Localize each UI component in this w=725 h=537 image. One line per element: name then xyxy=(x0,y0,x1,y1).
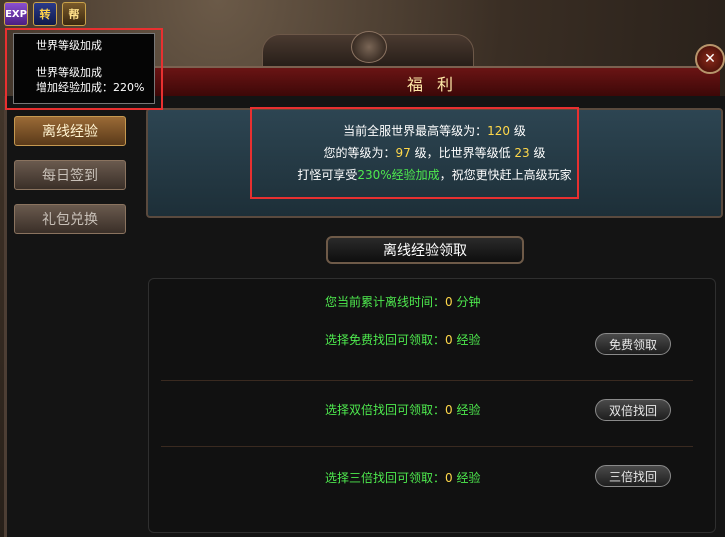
sidebar-item-gift-redeem[interactable]: 礼包兑换 xyxy=(14,204,126,234)
close-icon: ✕ xyxy=(704,51,716,67)
zhuan-icon[interactable]: 转 xyxy=(33,2,57,26)
sidebar-item-daily-signin[interactable]: 每日签到 xyxy=(14,160,126,190)
button-label: 双倍找回 xyxy=(608,403,657,418)
exp-icon-label: EXP xyxy=(5,8,27,20)
divider xyxy=(161,380,693,381)
text: 分钟 xyxy=(456,295,481,309)
button-label: 免费领取 xyxy=(608,337,657,352)
reward-value: 0 xyxy=(445,333,453,347)
text: 选择双倍找回可领取： xyxy=(325,403,446,417)
sidebar-item-label: 离线经验 xyxy=(42,124,98,140)
triple-recover-button[interactable]: 三倍找回 xyxy=(595,465,671,487)
exp-icon[interactable]: EXP xyxy=(4,2,28,26)
text: 选择三倍找回可领取： xyxy=(325,471,446,485)
highlight-box-tooltip xyxy=(5,28,163,110)
divider xyxy=(161,446,693,447)
bang-icon-label: 帮 xyxy=(68,8,80,21)
text: 选择免费找回可领取： xyxy=(325,333,446,347)
free-claim-button[interactable]: 免费领取 xyxy=(595,333,671,355)
window-titlebar: 福利 xyxy=(140,66,720,100)
text: 经验 xyxy=(456,471,481,485)
sidebar-item-label: 礼包兑换 xyxy=(42,212,98,228)
sidebar-item-offline-exp[interactable]: 离线经验 xyxy=(14,116,126,146)
window-title: 福利 xyxy=(406,75,467,94)
section-title: 离线经验领取 xyxy=(326,236,524,264)
offline-reward-panel: 您当前累计离线时间：0 分钟 选择免费找回可领取：0 经验 免费领取 选择双倍找… xyxy=(148,278,716,533)
reward-value: 0 xyxy=(445,471,453,485)
close-button[interactable]: ✕ xyxy=(695,44,725,74)
double-recover-button[interactable]: 双倍找回 xyxy=(595,399,671,421)
text: 经验 xyxy=(456,333,481,347)
sidebar: 离线经验 每日签到 礼包兑换 xyxy=(14,116,130,248)
text: 经验 xyxy=(456,403,481,417)
zhuan-icon-label: 转 xyxy=(39,8,51,21)
offline-time-row: 您当前累计离线时间：0 分钟 xyxy=(325,293,715,310)
sidebar-item-label: 每日签到 xyxy=(42,168,98,184)
reward-value: 0 xyxy=(445,403,453,417)
button-label: 三倍找回 xyxy=(608,469,657,484)
top-icon-bar: EXP 转 帮 xyxy=(4,2,86,26)
highlight-box-info xyxy=(250,107,579,199)
section-title-text: 离线经验领取 xyxy=(383,243,467,259)
bang-icon[interactable]: 帮 xyxy=(62,2,86,26)
offline-time-value: 0 xyxy=(445,295,453,309)
text: 您当前累计离线时间： xyxy=(325,295,446,309)
